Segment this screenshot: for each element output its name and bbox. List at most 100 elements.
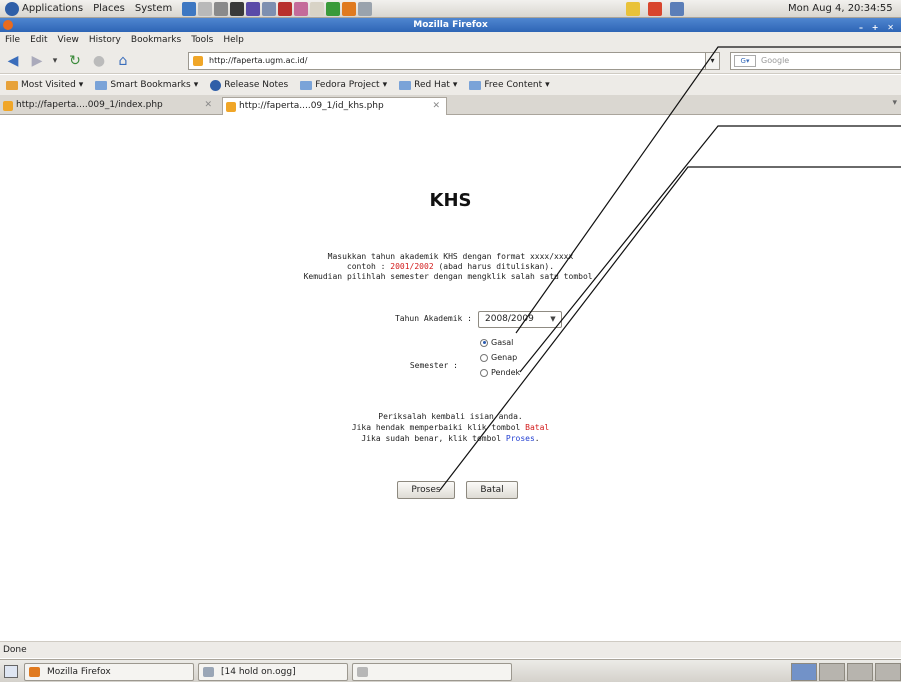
notification-area	[625, 1, 685, 16]
intro-prefix: contoh :	[346, 262, 391, 271]
stop-icon[interactable]: ●	[90, 52, 108, 70]
network-icon[interactable]	[670, 1, 684, 16]
close-tab-icon[interactable]: ✕	[204, 97, 212, 114]
intro-line-3: Kemudian pilihlah semester dengan mengkl…	[303, 272, 598, 281]
bookmark-label: Free Content	[484, 80, 543, 90]
reload-icon[interactable]: ↻	[66, 52, 84, 70]
bookmark-fedora-project[interactable]: Fedora Project ▾	[294, 80, 393, 90]
update-icon[interactable]	[648, 1, 662, 16]
system-menu-label: System	[134, 3, 173, 14]
fedora-logo-icon	[5, 1, 19, 16]
menu-edit[interactable]: Edit	[25, 35, 52, 45]
radio-label: Pendek	[491, 368, 521, 377]
forward-icon[interactable]: ▶	[28, 52, 46, 70]
bookmark-label: Most Visited	[21, 80, 76, 90]
menu-tools[interactable]: Tools	[186, 35, 218, 45]
check-prefix: Jika hendak memperbaiki klik tombol	[351, 423, 526, 432]
back-icon[interactable]: ◀	[4, 52, 22, 70]
intro-suffix: (abad harus dituliskan).	[433, 262, 555, 271]
menu-view[interactable]: View	[53, 35, 84, 45]
radio-icon[interactable]	[480, 368, 488, 377]
search-placeholder: Google	[761, 56, 790, 65]
bookmark-label: Fedora Project	[315, 80, 380, 90]
audio-player-icon	[203, 667, 214, 677]
workspace-switcher[interactable]	[791, 663, 901, 681]
launchers	[181, 1, 373, 16]
launcher-icon[interactable]	[310, 1, 325, 16]
semester-radio-gasal[interactable]: Gasal	[480, 338, 513, 347]
bookmark-most-visited[interactable]: Most Visited ▾	[0, 80, 89, 90]
clock[interactable]: Mon Aug 4, 20:34:55	[788, 3, 893, 14]
launcher-icon[interactable]	[214, 1, 229, 16]
launcher-icon[interactable]	[278, 1, 293, 16]
check-suffix: .	[534, 434, 540, 443]
taskbar-firefox[interactable]: Mozilla Firefox	[24, 663, 194, 681]
tab-id-khs[interactable]: http://faperta....09_1/id_khs.php ✕	[222, 97, 447, 115]
tab-title: http://faperta....09_1/id_khs.php	[239, 101, 384, 111]
taskbar-window[interactable]	[352, 663, 512, 681]
launcher-icon[interactable]	[230, 1, 245, 16]
applications-menu[interactable]: Applications	[0, 1, 88, 16]
window-titlebar[interactable]: Mozilla Firefox – + ✕	[0, 18, 901, 32]
close-tab-icon[interactable]: ✕	[432, 98, 440, 115]
menu-history[interactable]: History	[84, 35, 126, 45]
search-input[interactable]: G▾ Google	[730, 52, 901, 70]
academic-year-select[interactable]: 2008/2009 ▼	[478, 311, 562, 328]
semester-radio-pendek[interactable]: Pendek	[480, 368, 520, 377]
bookmark-smart-bookmarks[interactable]: Smart Bookmarks ▾	[89, 80, 204, 90]
menubar: File Edit View History Bookmarks Tools H…	[0, 32, 901, 48]
home-icon[interactable]: ⌂	[114, 52, 132, 70]
check-line-1: Periksalah kembali isian anda.	[378, 412, 523, 421]
page-title: KHS	[429, 190, 472, 211]
workspace-4[interactable]	[875, 663, 901, 681]
places-menu[interactable]: Places	[88, 3, 130, 14]
taskbar-label: Mozilla Firefox	[47, 667, 111, 677]
launcher-icon[interactable]	[294, 1, 309, 16]
academic-year-value: 2008/2009	[485, 314, 534, 324]
bookmark-red-hat[interactable]: Red Hat ▾	[393, 80, 463, 90]
radio-icon[interactable]	[480, 353, 488, 362]
show-desktop-icon[interactable]	[4, 665, 18, 678]
menu-bookmarks[interactable]: Bookmarks	[126, 35, 186, 45]
bookmark-release-notes[interactable]: Release Notes	[204, 79, 294, 91]
status-text: Done	[3, 645, 27, 655]
launcher-icon[interactable]	[198, 1, 213, 16]
launcher-icon[interactable]	[246, 1, 261, 16]
radio-selected-icon[interactable]	[480, 338, 488, 347]
tab-index[interactable]: http://faperta....009_1/index.php ✕	[0, 97, 218, 115]
workspace-2[interactable]	[819, 663, 845, 681]
workspace-3[interactable]	[847, 663, 873, 681]
launcher-icon[interactable]	[182, 1, 197, 16]
bookmark-free-content[interactable]: Free Content ▾	[463, 80, 555, 90]
proses-text: Proses	[505, 434, 535, 443]
workspace-1[interactable]	[791, 663, 817, 681]
menu-file[interactable]: File	[0, 35, 25, 45]
history-dropdown-icon[interactable]: ▾	[46, 52, 64, 70]
proses-button[interactable]: Proses	[397, 481, 455, 499]
url-bar[interactable]: http://faperta.ugm.ac.id/	[188, 52, 718, 70]
search-engine-icon[interactable]: G▾	[734, 55, 756, 67]
site-favicon	[193, 56, 203, 66]
folder-icon	[95, 80, 108, 90]
batal-button[interactable]: Batal	[466, 481, 518, 499]
fedora-icon	[210, 79, 222, 91]
url-dropdown-icon[interactable]: ▾	[705, 52, 720, 70]
check-prefix: Jika sudah benar, klik tombol	[361, 434, 506, 443]
semester-radio-genap[interactable]: Genap	[480, 353, 517, 362]
firefox-icon	[29, 667, 40, 677]
notes-icon[interactable]	[626, 1, 640, 16]
status-bar: Done	[0, 641, 901, 658]
firefox-launcher-icon[interactable]	[342, 1, 357, 16]
folder-icon	[399, 80, 412, 90]
bookmark-label: Smart Bookmarks	[110, 80, 191, 90]
taskbar-audio[interactable]: [14 hold on.ogg]	[198, 663, 348, 681]
tab-title: http://faperta....009_1/index.php	[16, 100, 163, 110]
folder-icon	[469, 80, 482, 90]
system-menu[interactable]: System	[130, 3, 177, 14]
launcher-icon[interactable]	[358, 1, 373, 16]
menu-help[interactable]: Help	[218, 35, 249, 45]
tab-list-icon[interactable]: ▾	[892, 98, 897, 108]
launcher-icon[interactable]	[262, 1, 277, 16]
launcher-icon[interactable]	[326, 1, 341, 16]
batal-text: Batal	[525, 423, 550, 432]
